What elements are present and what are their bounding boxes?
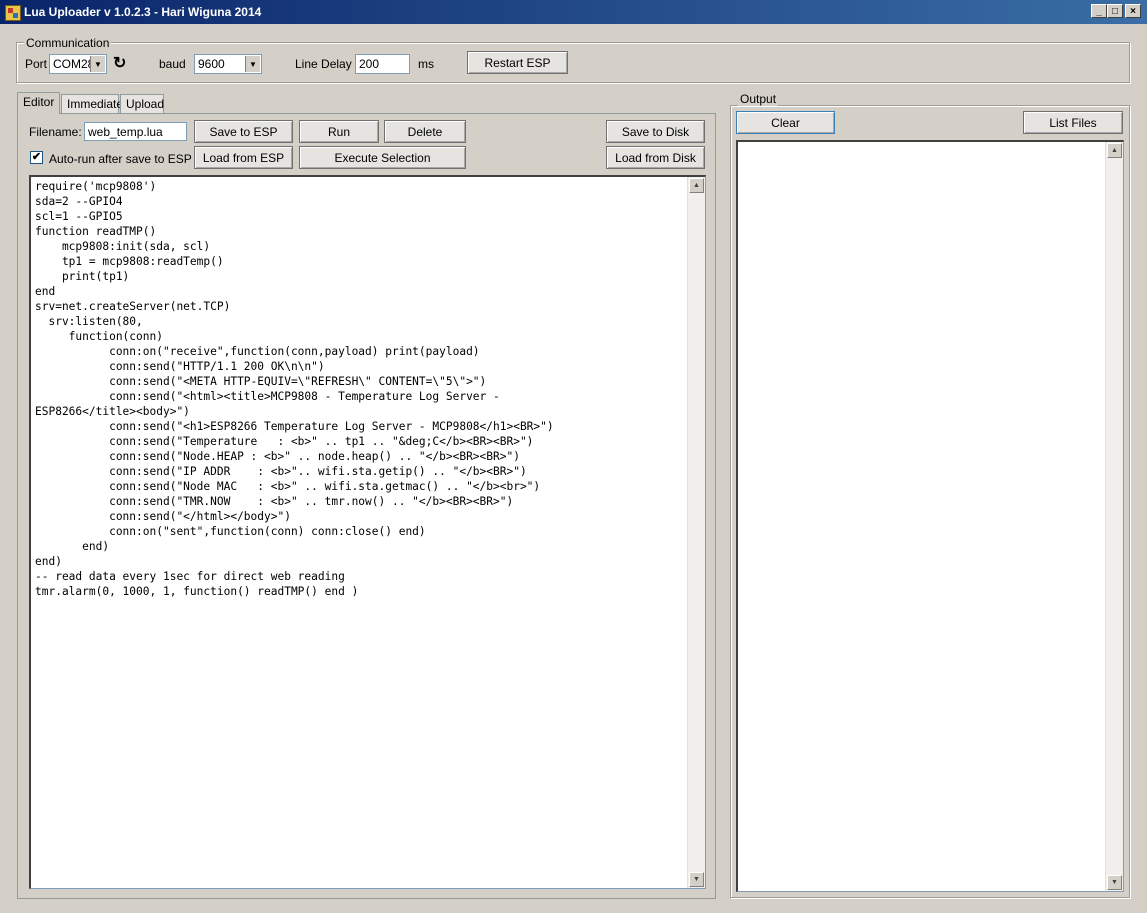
filename-input[interactable]: web_temp.lua bbox=[84, 122, 187, 141]
window-title: Lua Uploader v 1.0.2.3 - Hari Wiguna 201… bbox=[24, 5, 262, 19]
chevron-down-icon[interactable]: ▼ bbox=[245, 56, 260, 72]
maximize-button[interactable]: □ bbox=[1107, 4, 1123, 18]
port-value: COM28 bbox=[53, 57, 95, 71]
code-text[interactable]: require('mcp9808') sda=2 --GPIO4 scl=1 -… bbox=[35, 179, 554, 599]
load-from-disk-button[interactable]: Load from Disk bbox=[606, 146, 705, 169]
communication-legend: Communication bbox=[24, 36, 112, 50]
title-bar: Lua Uploader v 1.0.2.3 - Hari Wiguna 201… bbox=[0, 0, 1147, 24]
close-button[interactable]: × bbox=[1125, 4, 1141, 18]
code-editor[interactable]: require('mcp9808') sda=2 --GPIO4 scl=1 -… bbox=[29, 175, 706, 889]
delete-button[interactable]: Delete bbox=[384, 120, 466, 143]
execute-selection-button[interactable]: Execute Selection bbox=[299, 146, 466, 169]
minimize-button[interactable]: _ bbox=[1091, 4, 1107, 18]
output-textbox[interactable]: ▲ ▼ bbox=[736, 140, 1124, 892]
line-delay-label: Line Delay bbox=[295, 57, 352, 71]
output-scrollbar[interactable]: ▲ ▼ bbox=[1105, 142, 1123, 891]
baud-value: 9600 bbox=[198, 57, 225, 71]
output-legend: Output bbox=[738, 92, 779, 106]
baud-combobox[interactable]: 9600 ▼ bbox=[194, 54, 262, 74]
scroll-down-icon[interactable]: ▼ bbox=[1107, 875, 1122, 890]
autorun-checkbox[interactable]: ✔ bbox=[30, 151, 43, 164]
port-combobox[interactable]: COM28 ▼ bbox=[49, 54, 107, 74]
scroll-up-icon[interactable]: ▲ bbox=[689, 178, 704, 193]
port-label: Port bbox=[25, 57, 48, 71]
baud-label: baud bbox=[159, 57, 186, 71]
scroll-up-icon[interactable]: ▲ bbox=[1107, 143, 1122, 158]
ms-label: ms bbox=[418, 57, 434, 71]
chevron-down-icon[interactable]: ▼ bbox=[90, 56, 105, 72]
tab-upload[interactable]: Upload bbox=[120, 94, 164, 113]
refresh-icon[interactable]: ↻ bbox=[113, 56, 126, 72]
save-to-esp-button[interactable]: Save to ESP bbox=[194, 120, 293, 143]
autorun-label: Auto-run after save to ESP bbox=[49, 152, 192, 166]
editor-scrollbar[interactable]: ▲ ▼ bbox=[687, 177, 705, 888]
filename-label: Filename: bbox=[29, 125, 82, 139]
scroll-down-icon[interactable]: ▼ bbox=[689, 872, 704, 887]
run-button[interactable]: Run bbox=[299, 120, 379, 143]
restart-esp-button[interactable]: Restart ESP bbox=[467, 51, 568, 74]
line-delay-input[interactable]: 200 bbox=[355, 54, 410, 74]
list-files-button[interactable]: List Files bbox=[1023, 111, 1123, 134]
tab-immediate[interactable]: Immediate bbox=[61, 94, 123, 113]
clear-button[interactable]: Clear bbox=[736, 111, 835, 134]
app-icon bbox=[5, 5, 21, 21]
save-to-disk-button[interactable]: Save to Disk bbox=[606, 120, 705, 143]
tab-editor[interactable]: Editor bbox=[17, 92, 60, 114]
load-from-esp-button[interactable]: Load from ESP bbox=[194, 146, 293, 169]
